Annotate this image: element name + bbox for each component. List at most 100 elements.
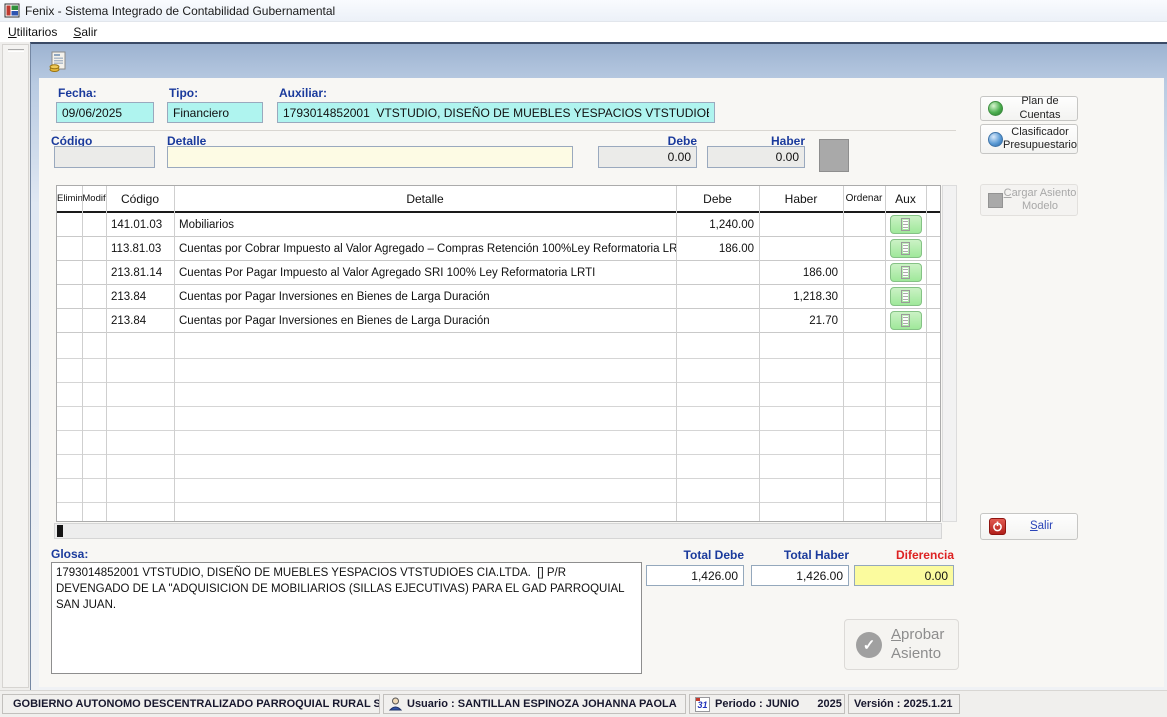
user-icon <box>389 697 402 711</box>
cell-haber <box>759 237 843 260</box>
plan-de-cuentas-label: Plan de Cuentas <box>1003 95 1077 121</box>
cell-detalle: Cuentas por Pagar Inversiones en Bienes … <box>174 309 676 332</box>
cell-debe <box>676 309 759 332</box>
application-window: Fenix - Sistema Integrado de Contabilida… <box>0 0 1167 717</box>
debe-input[interactable] <box>598 146 697 168</box>
status-entity-text: GOBIERNO AUTONOMO DESCENTRALIZADO PARROQ… <box>13 698 380 710</box>
cell-debe <box>676 261 759 284</box>
col-header-detalle[interactable]: Detalle <box>174 192 676 206</box>
cargar-asiento-label: Cargar Asiento Modelo <box>1003 187 1077 213</box>
power-icon <box>989 518 1006 535</box>
aux-button[interactable] <box>890 239 922 258</box>
col-header-elimin[interactable]: Elimin <box>57 193 82 204</box>
table-vertical-scrollbar[interactable] <box>942 185 957 522</box>
cell-debe <box>676 285 759 308</box>
aprobar-asiento-button[interactable]: ✓ Aprobar Asiento <box>844 619 959 670</box>
panel-splitter[interactable] <box>8 49 24 52</box>
cell-detalle: Cuentas por Pagar Inversiones en Bienes … <box>174 285 676 308</box>
table-row[interactable]: 213.84 Cuentas por Pagar Inversiones en … <box>57 309 940 333</box>
scrollbar-thumb[interactable] <box>57 525 63 537</box>
calendar-icon: 31 <box>695 697 710 712</box>
auxiliar-input[interactable] <box>277 102 715 123</box>
table-row[interactable]: 213.81.14 Cuentas Por Pagar Impuesto al … <box>57 261 940 285</box>
haber-input[interactable] <box>707 146 805 168</box>
status-version-section: Versión : 2025.1.21 <box>848 694 960 714</box>
form-panel: Fecha: Tipo: Auxiliar: Código Detalle De… <box>39 78 1164 687</box>
aux-button[interactable] <box>890 215 922 234</box>
cell-detalle: Cuentas por Cobrar Impuesto al Valor Agr… <box>174 237 676 260</box>
quick-entry-action-button[interactable] <box>819 139 849 172</box>
aux-document-icon <box>901 242 910 255</box>
window-title: Fenix - Sistema Integrado de Contabilida… <box>25 4 335 18</box>
total-debe-label: Total Debe <box>646 548 744 562</box>
cell-debe: 186.00 <box>676 237 759 260</box>
aux-button[interactable] <box>890 287 922 306</box>
cell-debe: 1,240.00 <box>676 213 759 236</box>
aux-button[interactable] <box>890 263 922 282</box>
table-row[interactable]: 213.84 Cuentas por Pagar Inversiones en … <box>57 285 940 309</box>
aprobar-asiento-label: Aprobar Asiento <box>891 626 955 664</box>
table-header-row: Elimin Modif Código Detalle Debe Haber O… <box>57 186 940 213</box>
aux-document-icon <box>901 290 910 303</box>
col-header-codigo[interactable]: Código <box>106 192 174 206</box>
diferencia-label: Diferencia <box>854 548 954 562</box>
col-header-debe[interactable]: Debe <box>676 192 759 206</box>
asiento-table: Elimin Modif Código Detalle Debe Haber O… <box>56 185 941 522</box>
cell-detalle: Mobiliarios <box>174 213 676 236</box>
col-header-haber[interactable]: Haber <box>759 192 843 206</box>
fecha-input[interactable] <box>56 102 154 123</box>
menu-item-salir[interactable]: Salir <box>65 23 105 41</box>
cell-codigo: 213.84 <box>106 285 174 308</box>
status-entity-section: GOBIERNO AUTONOMO DESCENTRALIZADO PARROQ… <box>2 694 380 714</box>
cell-codigo: 141.01.03 <box>106 213 174 236</box>
total-debe-field <box>646 565 744 586</box>
menu-bar: Utilitarios Salir <box>0 22 1167 42</box>
aux-document-icon <box>901 266 910 279</box>
blue-sphere-icon <box>988 132 1003 147</box>
aux-document-icon <box>901 314 910 327</box>
col-header-modif[interactable]: Modif <box>82 193 106 204</box>
total-haber-field <box>751 565 849 586</box>
green-sphere-icon <box>988 101 1003 116</box>
status-period-text: Periodo : JUNIO <box>715 698 799 710</box>
tipo-input[interactable] <box>167 102 263 123</box>
check-icon: ✓ <box>856 632 882 658</box>
separator-line <box>51 130 956 131</box>
cell-haber: 21.70 <box>759 309 843 332</box>
col-header-aux[interactable]: Aux <box>885 192 926 206</box>
detalle-input[interactable] <box>167 146 573 168</box>
cargar-asiento-modelo-button[interactable]: Cargar Asiento Modelo <box>980 184 1078 216</box>
cell-haber: 186.00 <box>759 261 843 284</box>
table-horizontal-scrollbar[interactable] <box>54 523 942 539</box>
app-icon <box>4 3 20 18</box>
salir-label: Salir <box>1006 520 1077 534</box>
asiento-contable-window: Fecha: Tipo: Auxiliar: Código Detalle De… <box>30 42 1167 690</box>
salir-button[interactable]: Salir <box>980 513 1078 540</box>
status-period-section: 31 Periodo : JUNIO 2025 <box>689 694 845 714</box>
asiento-document-icon[interactable] <box>48 51 70 73</box>
glosa-label: Glosa: <box>51 547 88 561</box>
menu-item-utilitarios[interactable]: Utilitarios <box>0 23 65 41</box>
plan-de-cuentas-button[interactable]: Plan de Cuentas <box>980 96 1078 121</box>
status-bar: GOBIERNO AUTONOMO DESCENTRALIZADO PARROQ… <box>0 690 1167 717</box>
title-bar: Fenix - Sistema Integrado de Contabilida… <box>0 0 1167 22</box>
diferencia-field <box>854 565 954 586</box>
status-period-year: 2025 <box>817 698 841 710</box>
left-collapsed-panel <box>2 44 29 688</box>
aux-document-icon <box>901 218 910 231</box>
table-row[interactable]: 113.81.03 Cuentas por Cobrar Impuesto al… <box>57 237 940 261</box>
col-header-ordenar[interactable]: Ordenar <box>843 193 885 204</box>
cell-detalle: Cuentas Por Pagar Impuesto al Valor Agre… <box>174 261 676 284</box>
table-empty-rows <box>57 335 940 521</box>
glosa-textarea[interactable]: 1793014852001 VTSTUDIO, DISEÑO DE MUEBLE… <box>51 562 642 674</box>
cell-haber <box>759 213 843 236</box>
clasificador-presupuestario-button[interactable]: Clasificador Presupuestario <box>980 124 1078 154</box>
codigo-input[interactable] <box>54 146 155 168</box>
status-user-section: Usuario : SANTILLAN ESPINOZA JOHANNA PAO… <box>383 694 686 714</box>
aux-button[interactable] <box>890 311 922 330</box>
gray-square-icon <box>988 193 1003 208</box>
table-row[interactable]: 141.01.03 Mobiliarios 1,240.00 <box>57 213 940 237</box>
status-version-text: Versión : 2025.1.21 <box>854 698 952 710</box>
fecha-label: Fecha: <box>58 86 97 100</box>
cell-codigo: 113.81.03 <box>106 237 174 260</box>
